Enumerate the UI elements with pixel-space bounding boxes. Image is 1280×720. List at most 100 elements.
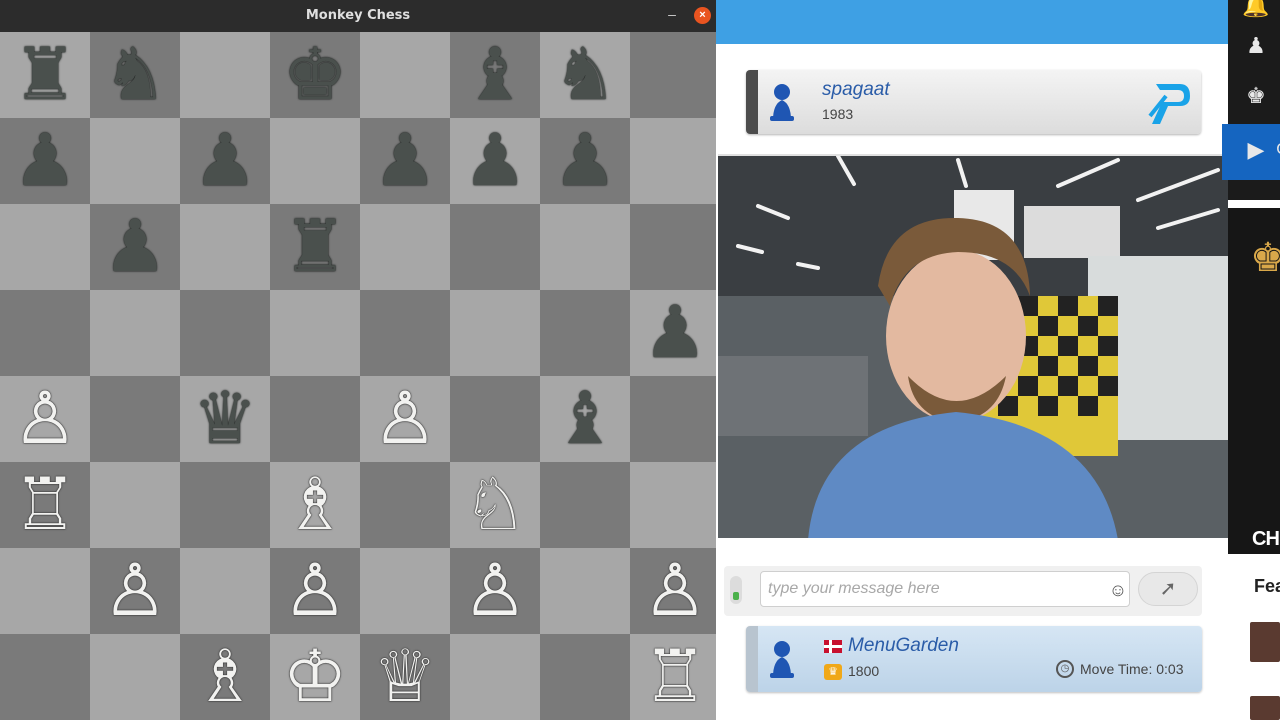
bottom-player-name[interactable]: MenuGarden <box>848 635 959 657</box>
board-square-g2[interactable] <box>540 548 630 634</box>
black-knight-icon[interactable]: ♞ <box>540 32 630 118</box>
window-title: Monkey Chess <box>305 8 411 23</box>
webcam-video <box>718 154 1228 538</box>
featured-thumbnail[interactable] <box>1250 622 1280 662</box>
board-square-h3[interactable] <box>630 462 720 548</box>
board-square-d7[interactable] <box>270 118 360 204</box>
right-sidebar: 🔔 ♟ ♚ ▶ C ♚ CHESS Fea <box>1222 0 1280 720</box>
white-pawn-icon[interactable]: ♙ <box>90 548 180 634</box>
board-square-c2[interactable] <box>180 548 270 634</box>
white-bishop-icon[interactable]: ♗ <box>270 462 360 548</box>
board-square-g5[interactable] <box>540 290 630 376</box>
black-pawn-icon[interactable]: ♟ <box>360 118 450 204</box>
black-pawn-icon[interactable]: ♟ <box>90 204 180 290</box>
board-square-f5[interactable] <box>450 290 540 376</box>
board-square-d4[interactable] <box>270 376 360 462</box>
bottom-player-rating: 1800 <box>848 663 880 679</box>
banner-text: CHESS <box>1252 528 1280 550</box>
denmark-flag-icon <box>824 640 842 653</box>
white-bishop-icon[interactable]: ♗ <box>180 634 270 720</box>
white-rook-icon[interactable]: ♖ <box>630 634 720 720</box>
play-icon[interactable]: ▶ <box>1242 136 1270 164</box>
white-knight-icon[interactable]: ♘ <box>450 462 540 548</box>
black-pawn-icon[interactable]: ♟ <box>450 118 540 204</box>
top-player-name[interactable]: spagaat <box>822 79 890 101</box>
chess-app-window: Monkey Chess – × ♜ ♞ ♚ ♝ ♞ ♟ ♟ ♟ ♟ ♟ ♟ ♜ ♟ ♙ ♛ ♙ ♝ ♖ ♗ ♘ ♙ ♙ ♙… <box>0 0 720 720</box>
white-pawn-icon[interactable]: ♙ <box>450 548 540 634</box>
black-bishop-icon[interactable]: ♝ <box>450 32 540 118</box>
king-piece-icon[interactable]: ♚ <box>1242 82 1270 110</box>
board-square-d5[interactable] <box>270 290 360 376</box>
featured-thumbnail[interactable] <box>1250 696 1280 720</box>
chess-piece-icon[interactable]: ♟ <box>1242 32 1270 60</box>
board-square-c6[interactable] <box>180 204 270 290</box>
board-square-e3[interactable] <box>360 462 450 548</box>
black-rook-icon[interactable]: ♜ <box>0 32 90 118</box>
webcam-scene <box>718 156 1228 538</box>
chat-message-input[interactable] <box>760 571 1130 607</box>
white-rook-icon[interactable]: ♖ <box>0 462 90 548</box>
chess-board[interactable]: ♜ ♞ ♚ ♝ ♞ ♟ ♟ ♟ ♟ ♟ ♟ ♜ ♟ ♙ ♛ ♙ ♝ ♖ ♗ ♘ ♙ ♙ ♙ ♙ ♗ ♔ ♕ ♖ <box>0 32 720 720</box>
notification-bell-icon[interactable]: 🔔 <box>1242 0 1270 20</box>
black-pawn-icon[interactable]: ♟ <box>180 118 270 204</box>
board-square-b1[interactable] <box>90 634 180 720</box>
player-avatar-icon <box>770 641 794 678</box>
board-square-c8[interactable] <box>180 32 270 118</box>
featured-heading: Fea <box>1254 576 1280 596</box>
board-square-b3[interactable] <box>90 462 180 548</box>
promo-banner[interactable]: ♚ CHESS <box>1228 208 1280 554</box>
emoji-smiley-icon[interactable]: ☺ <box>1108 580 1128 600</box>
board-square-f6[interactable] <box>450 204 540 290</box>
white-pawn-icon[interactable]: ♙ <box>630 548 720 634</box>
board-square-e8[interactable] <box>360 32 450 118</box>
bottom-player-panel[interactable]: MenuGarden ♛ 1800 ◷ Move Time: 0:03 <box>746 626 1202 692</box>
black-pawn-icon[interactable]: ♟ <box>540 118 630 204</box>
black-queen-icon[interactable]: ♛ <box>180 376 270 462</box>
board-square-e5[interactable] <box>360 290 450 376</box>
board-square-g1[interactable] <box>540 634 630 720</box>
move-time-label: Move Time: 0:03 <box>1080 661 1184 677</box>
chat-bar: ☺ ➚ <box>724 566 1202 616</box>
premium-crown-icon: ♛ <box>824 664 842 680</box>
minimize-button[interactable]: – <box>664 6 680 22</box>
white-pawn-icon[interactable]: ♙ <box>360 376 450 462</box>
board-square-g6[interactable] <box>540 204 630 290</box>
black-bishop-icon[interactable]: ♝ <box>540 376 630 462</box>
board-square-h8[interactable] <box>630 32 720 118</box>
board-square-c5[interactable] <box>180 290 270 376</box>
top-player-panel[interactable]: spagaat 1983 <box>746 70 1201 134</box>
board-square-a2[interactable] <box>0 548 90 634</box>
white-pawn-icon[interactable]: ♙ <box>270 548 360 634</box>
white-pawn-icon[interactable]: ♙ <box>0 376 90 462</box>
white-queen-icon[interactable]: ♕ <box>360 634 450 720</box>
board-square-e6[interactable] <box>360 204 450 290</box>
board-square-h4[interactable] <box>630 376 720 462</box>
board-square-h7[interactable] <box>630 118 720 204</box>
board-square-g3[interactable] <box>540 462 630 548</box>
send-message-button[interactable]: ➚ <box>1138 572 1198 606</box>
black-pawn-icon[interactable]: ♟ <box>0 118 90 204</box>
board-square-a5[interactable] <box>0 290 90 376</box>
white-king-icon[interactable]: ♔ <box>270 634 360 720</box>
top-player-rating: 1983 <box>822 106 854 122</box>
board-square-h6[interactable] <box>630 204 720 290</box>
chess-site: spagaat 1983 type your message here ☺ ➚ … <box>716 0 1280 720</box>
player-avatar-icon <box>770 84 794 121</box>
window-titlebar[interactable]: Monkey Chess – × <box>0 0 716 32</box>
black-rook-icon[interactable]: ♜ <box>270 204 360 290</box>
board-square-b7[interactable] <box>90 118 180 204</box>
board-square-f4[interactable] <box>450 376 540 462</box>
site-top-bar <box>716 0 1228 44</box>
board-square-b5[interactable] <box>90 290 180 376</box>
close-button[interactable]: × <box>694 7 711 24</box>
black-pawn-icon[interactable]: ♟ <box>630 290 720 376</box>
board-square-e2[interactable] <box>360 548 450 634</box>
board-square-a6[interactable] <box>0 204 90 290</box>
black-king-icon[interactable]: ♚ <box>270 32 360 118</box>
board-square-f1[interactable] <box>450 634 540 720</box>
chessgames-logo-icon <box>1148 84 1190 124</box>
black-knight-icon[interactable]: ♞ <box>90 32 180 118</box>
board-square-b4[interactable] <box>90 376 180 462</box>
board-square-c3[interactable] <box>180 462 270 548</box>
board-square-a1[interactable] <box>0 634 90 720</box>
